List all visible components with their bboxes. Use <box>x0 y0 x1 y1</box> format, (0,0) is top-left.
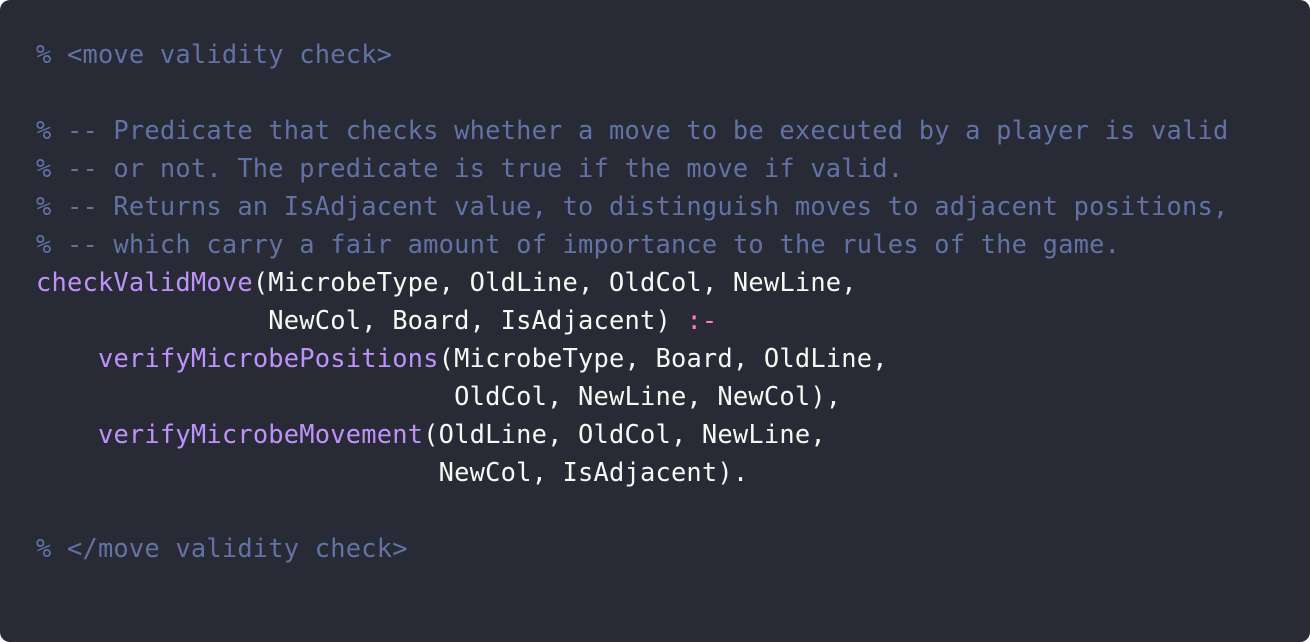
code-line: NewCol, Board, IsAdjacent) :- <box>36 301 1310 339</box>
code-arguments: (MicrobeType, OldLine, OldCol, NewLine, <box>252 267 857 297</box>
code-predicate-name: verifyMicrobeMovement <box>97 419 424 449</box>
code-arguments: (MicrobeType, Board, OldLine, <box>438 343 888 373</box>
code-line: NewCol, IsAdjacent). <box>36 453 1310 491</box>
code-line: OldCol, NewLine, NewCol), <box>36 377 1310 415</box>
code-line: % -- which carry a fair amount of import… <box>36 225 1310 263</box>
code-predicate-name: checkValidMove <box>36 267 253 297</box>
code-arguments: NewCol, IsAdjacent). <box>36 457 749 487</box>
code-line: % -- Returns an IsAdjacent value, to dis… <box>36 187 1310 225</box>
code-line: % -- Predicate that checks whether a mov… <box>36 111 1310 149</box>
code-comment: % </move validity check> <box>36 533 408 563</box>
code-line: % </move validity check> <box>36 529 1310 567</box>
code-comment: % -- which carry a fair amount of import… <box>36 229 1121 259</box>
code-predicate-name: verifyMicrobePositions <box>97 343 439 373</box>
code-line: checkValidMove(MicrobeType, OldLine, Old… <box>36 263 1310 301</box>
code-arguments: NewCol, Board, IsAdjacent) <box>36 305 687 335</box>
code-line-empty <box>36 73 1310 111</box>
code-comment: % -- or not. The predicate is true if th… <box>36 153 904 183</box>
code-comment: % <move validity check> <box>36 39 393 69</box>
code-line: % -- or not. The predicate is true if th… <box>36 149 1310 187</box>
code-arguments: OldCol, NewLine, NewCol), <box>36 381 842 411</box>
code-line: % <move validity check> <box>36 35 1310 73</box>
code-arguments: (OldLine, OldCol, NewLine, <box>423 419 826 449</box>
code-neck-operator: :- <box>686 305 718 335</box>
code-comment: % -- Returns an IsAdjacent value, to dis… <box>36 191 1229 221</box>
code-block: % <move validity check> % -- Predicate th… <box>36 35 1310 567</box>
code-line-empty <box>36 491 1310 529</box>
code-line: verifyMicrobeMovement(OldLine, OldCol, N… <box>36 415 1310 453</box>
code-line: verifyMicrobePositions(MicrobeType, Boar… <box>36 339 1310 377</box>
code-block-card: % <move validity check> % -- Predicate th… <box>0 0 1310 642</box>
code-comment: % -- Predicate that checks whether a mov… <box>36 115 1229 145</box>
